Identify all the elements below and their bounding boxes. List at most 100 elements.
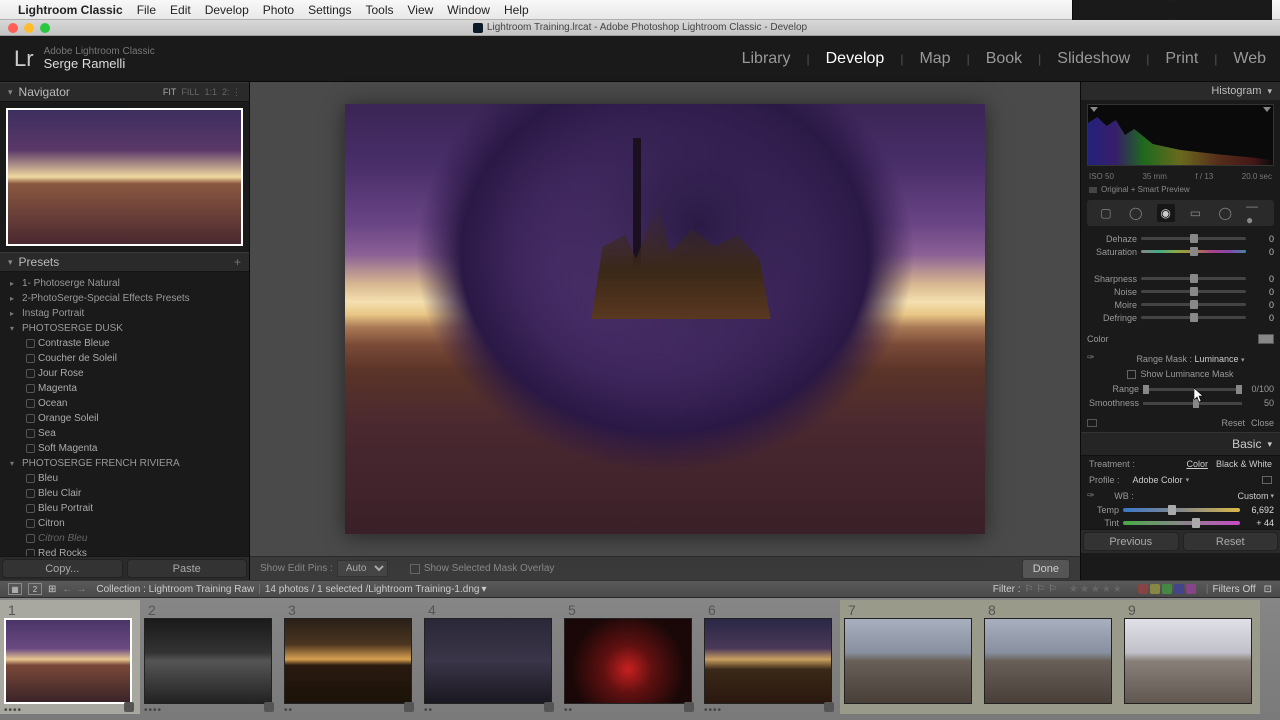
preset-item[interactable]: Jour Rose (0, 366, 249, 381)
preset-item[interactable]: Sea (0, 426, 249, 441)
show-pins-select[interactable]: Auto (337, 560, 388, 577)
close-window-button[interactable] (8, 23, 18, 33)
filmstrip[interactable]: 1••••2••••3••4••5••6••••789 (0, 598, 1280, 720)
module-book[interactable]: Book (986, 50, 1022, 68)
shadow-clipping-icon[interactable] (1090, 107, 1098, 112)
preset-item[interactable]: Ocean (0, 396, 249, 411)
filmstrip-cell[interactable]: 9 (1120, 600, 1260, 714)
navigator-header[interactable]: ▾ Navigator FIT FILL 1:1 2: ⋮ (0, 82, 249, 102)
status-icon[interactable]: ⊕ (1168, 0, 1177, 5)
thumbnail[interactable] (424, 618, 552, 704)
preset-item[interactable]: Red Rocks (0, 546, 249, 556)
reset-mask-button[interactable]: Reset (1221, 418, 1245, 428)
menu-develop[interactable]: Develop (205, 3, 249, 17)
thumbnail[interactable] (704, 618, 832, 704)
radial-tool[interactable]: ◉ (1157, 204, 1175, 222)
module-slideshow[interactable]: Slideshow (1057, 50, 1130, 68)
profile-browser-icon[interactable] (1262, 476, 1272, 484)
menu-window[interactable]: Window (447, 3, 490, 17)
spot-tool[interactable]: ◯ (1127, 204, 1145, 222)
slider-value[interactable]: 0 (1246, 313, 1274, 323)
filmstrip-cell[interactable]: 8 (980, 600, 1120, 714)
thumbnail[interactable] (844, 618, 972, 704)
radial-filter-tool[interactable]: ◯ (1216, 204, 1234, 222)
thumbnail[interactable] (4, 618, 132, 704)
menu-photo[interactable]: Photo (263, 3, 294, 17)
menu-tools[interactable]: Tools (365, 3, 393, 17)
preset-item[interactable]: Bleu (0, 471, 249, 486)
preset-item[interactable]: Magenta (0, 381, 249, 396)
thumbnail[interactable] (564, 618, 692, 704)
preset-item[interactable]: Coucher de Soleil (0, 351, 249, 366)
crop-tool[interactable]: ▢ (1097, 204, 1115, 222)
slider-track[interactable] (1141, 237, 1246, 240)
module-web[interactable]: Web (1233, 50, 1266, 68)
preset-group[interactable]: PHOTOSERGE DUSK (0, 321, 249, 336)
preset-item[interactable]: Bleu Portrait (0, 501, 249, 516)
histogram-header[interactable]: Histogram▾ (1081, 82, 1280, 100)
preset-item[interactable]: Citron Bleu (0, 531, 249, 546)
add-preset-icon[interactable]: + (234, 255, 241, 269)
slider-value[interactable]: 0 (1246, 274, 1274, 284)
basic-header[interactable]: Basic▾ (1081, 432, 1280, 456)
preset-group[interactable]: Instag Portrait (0, 306, 249, 321)
module-develop[interactable]: Develop (826, 50, 885, 68)
menu-view[interactable]: View (407, 3, 433, 17)
wb-select[interactable]: Custom (1237, 491, 1268, 501)
slider-track[interactable] (1141, 277, 1246, 280)
thumbnail[interactable] (144, 618, 272, 704)
reset-button[interactable]: Reset (1183, 532, 1279, 551)
profile-select[interactable]: Adobe Color (1133, 475, 1183, 485)
filmstrip-cell[interactable]: 6•••• (700, 600, 840, 714)
filmstrip-cell[interactable]: 1•••• (0, 600, 140, 714)
back-icon[interactable]: ← (62, 584, 72, 595)
treatment-color[interactable]: Color (1186, 459, 1208, 469)
thumbnail[interactable] (984, 618, 1112, 704)
preset-item[interactable]: Contraste Bleue (0, 336, 249, 351)
preset-group[interactable]: 2-PhotoSerge-Special Effects Presets (0, 291, 249, 306)
range-slider[interactable] (1143, 388, 1242, 391)
highlight-clipping-icon[interactable] (1263, 107, 1271, 112)
wb-eyedropper-icon[interactable]: ✑ (1087, 490, 1101, 501)
slider-value[interactable]: 0 (1246, 287, 1274, 297)
slider-track[interactable] (1141, 290, 1246, 293)
filmstrip-cell[interactable]: 5•• (560, 600, 700, 714)
pin-toggle[interactable] (1087, 419, 1097, 427)
color-label-filter[interactable] (1138, 584, 1196, 594)
paste-button[interactable]: Paste (127, 559, 248, 578)
filters-off[interactable]: Filters Off (1212, 584, 1255, 595)
done-button[interactable]: Done (1022, 559, 1070, 579)
module-map[interactable]: Map (919, 50, 950, 68)
grid-icon[interactable]: ⊞ (48, 584, 56, 595)
filmstrip-cell[interactable]: 2•••• (140, 600, 280, 714)
menu-file[interactable]: File (137, 3, 156, 17)
graduated-tool[interactable]: ▭ (1186, 204, 1204, 222)
menu-help[interactable]: Help (504, 3, 529, 17)
slider-track[interactable] (1141, 316, 1246, 319)
slider-track[interactable] (1141, 250, 1246, 253)
filter-lock-icon[interactable]: ⊡ (1264, 584, 1272, 595)
brush-tool[interactable]: —● (1246, 204, 1264, 222)
filmstrip-cell[interactable]: 4•• (420, 600, 560, 714)
preset-item[interactable]: Bleu Clair (0, 486, 249, 501)
filmstrip-cell[interactable]: 3•• (280, 600, 420, 714)
rating-filter[interactable]: ★★★★★ (1069, 584, 1124, 595)
preset-group[interactable]: 1- Photoserge Natural (0, 276, 249, 291)
preset-item[interactable]: Soft Magenta (0, 441, 249, 456)
identity-plate[interactable]: Serge Ramelli (44, 57, 155, 71)
tint-slider[interactable] (1123, 521, 1240, 525)
overlay-checkbox[interactable] (410, 564, 420, 574)
filmstrip-cell[interactable]: 7 (840, 600, 980, 714)
range-mask-select[interactable]: Luminance (1194, 354, 1238, 364)
zoom-controls[interactable]: FIT FILL 1:1 2: ⋮ (163, 87, 241, 98)
slider-track[interactable] (1141, 303, 1246, 306)
close-mask-button[interactable]: Close (1251, 418, 1274, 428)
thumbnail[interactable] (1124, 618, 1252, 704)
thumbnail[interactable] (284, 618, 412, 704)
treatment-bw[interactable]: Black & White (1216, 459, 1272, 469)
module-print[interactable]: Print (1165, 50, 1198, 68)
view-icon[interactable]: ▦ (8, 583, 22, 595)
image-canvas[interactable] (250, 82, 1080, 556)
color-swatch[interactable] (1258, 334, 1274, 344)
menu-edit[interactable]: Edit (170, 3, 191, 17)
